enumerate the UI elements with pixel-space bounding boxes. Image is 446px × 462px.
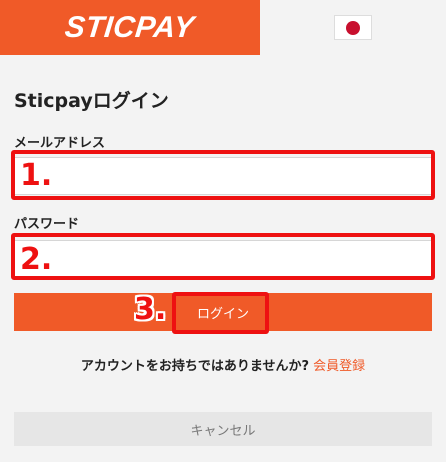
signup-question: アカウントをお持ちではありませんか? [80, 359, 310, 374]
signup-link[interactable]: 会員登録 [313, 359, 365, 374]
header: STICPAY [0, 0, 446, 55]
login-button[interactable]: ログイン [14, 293, 432, 331]
password-label: パスワード [14, 217, 80, 232]
email-field[interactable] [14, 157, 432, 195]
page-title: Sticpayログイン [14, 90, 169, 112]
password-field[interactable] [14, 240, 432, 278]
logo[interactable]: STICPAY [0, 0, 260, 55]
japan-flag-icon[interactable] [334, 15, 372, 40]
email-label: メールアドレス [14, 136, 106, 151]
flag-circle [346, 20, 360, 35]
cancel-button[interactable]: キャンセル [14, 412, 432, 446]
signup-prompt: アカウントをお持ちではありませんか? 会員登録 [0, 355, 446, 374]
logo-text: STICPAY [63, 10, 197, 44]
